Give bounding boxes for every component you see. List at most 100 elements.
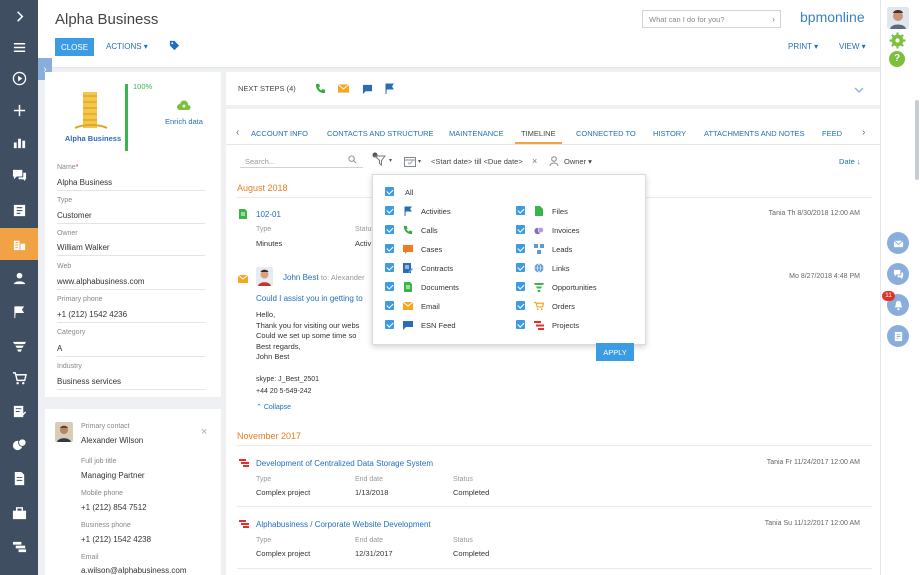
contacts-book-icon[interactable] (0, 194, 38, 226)
tab-timeline[interactable]: TIMELINE (521, 129, 556, 138)
feed-message-icon[interactable] (362, 84, 373, 96)
tab-contacts-and-structure[interactable]: CONTACTS AND STRUCTURE (327, 129, 434, 138)
email-icon[interactable] (337, 84, 350, 95)
name-value[interactable]: Alpha Business (57, 178, 112, 187)
tab-feed[interactable]: FEED (822, 129, 842, 138)
calendar-icon[interactable] (404, 156, 416, 169)
process-panel-icon[interactable] (887, 325, 909, 347)
owner-filter[interactable]: Owner ▾ (564, 157, 592, 166)
tab-connected-to[interactable]: CONNECTED TO (576, 129, 636, 138)
clear-date-icon[interactable]: × (532, 156, 537, 166)
checkbox-calls[interactable] (385, 225, 394, 234)
task-flag-icon[interactable] (385, 83, 395, 96)
status-label: Status (453, 476, 473, 483)
tab-maintenance[interactable]: MAINTENANCE (449, 129, 504, 138)
flag-icon[interactable] (0, 296, 38, 328)
date-range-filter[interactable]: <Start date> till <Due date> (431, 157, 523, 166)
help-icon[interactable]: ? (889, 51, 905, 67)
checkbox-projects[interactable] (516, 320, 525, 329)
file-icon (534, 206, 544, 216)
email-header: John Best to: Alexander (283, 273, 365, 282)
case-icon (403, 244, 413, 254)
project-title-link[interactable]: Alphabusiness / Corporate Website Develo… (256, 520, 431, 529)
owner-filter-label: Owner (564, 157, 587, 166)
owner-value[interactable]: William Walker (57, 243, 110, 252)
web-value[interactable]: www.alphabusiness.com (57, 277, 145, 286)
close-icon[interactable]: × (201, 426, 207, 438)
tabs-scroll-left-icon[interactable]: ‹ (236, 127, 239, 138)
projects-icon[interactable] (0, 497, 38, 529)
add-icon[interactable] (0, 94, 38, 126)
checkbox-files[interactable] (516, 206, 525, 215)
funnel-icon[interactable] (0, 330, 38, 362)
chevron-down-icon[interactable]: ▾ (389, 157, 392, 164)
tab-account-info[interactable]: ACCOUNT INFO (251, 129, 308, 138)
checkbox-opportunities[interactable] (516, 282, 525, 291)
feed-icon[interactable] (0, 159, 38, 191)
filter-files-label: Files (552, 207, 568, 216)
cart-icon[interactable] (0, 362, 38, 394)
call-icon[interactable] (315, 83, 326, 96)
settings-gear-icon[interactable] (889, 32, 906, 51)
sort-by-date[interactable]: Date ↓ (839, 157, 861, 166)
chevron-right-icon[interactable]: › (772, 14, 775, 24)
business-phone-value[interactable]: +1 (212) 1542 4238 (81, 535, 151, 544)
chat-panel-icon[interactable] (887, 263, 909, 285)
dashboard-icon[interactable] (0, 126, 38, 158)
chevron-down-icon[interactable]: ▾ (418, 158, 421, 165)
expand-menu-icon[interactable] (0, 0, 38, 32)
category-value[interactable]: A (57, 344, 62, 353)
checkbox-documents[interactable] (385, 282, 394, 291)
chevron-down-icon[interactable] (854, 86, 864, 95)
tab-history[interactable]: HISTORY (653, 129, 686, 138)
scrollbar[interactable] (915, 100, 919, 180)
checkbox-cases[interactable] (385, 244, 394, 253)
apply-button[interactable]: APPLY (596, 343, 634, 361)
play-icon[interactable] (0, 62, 38, 94)
accounts-icon[interactable] (0, 228, 38, 260)
checkbox-activities[interactable] (385, 206, 394, 215)
filter-calls-label: Calls (421, 226, 438, 235)
type-value[interactable]: Customer (57, 211, 92, 220)
hamburger-icon[interactable] (0, 31, 38, 63)
global-search-input[interactable]: What can I do for you? › (642, 10, 781, 28)
project-title-link[interactable]: Development of Centralized Data Storage … (256, 459, 433, 468)
primary-phone-value[interactable]: +1 (212) 1542 4236 (57, 310, 127, 319)
enrich-data-link[interactable]: Enrich data (165, 117, 203, 126)
checkbox-leads[interactable] (516, 244, 525, 253)
search-icon[interactable] (348, 155, 357, 166)
email-value[interactable]: a.wilson@alphabusiness.com (81, 566, 187, 575)
checkbox-links[interactable] (516, 263, 525, 272)
tag-icon[interactable] (169, 40, 180, 53)
user-avatar[interactable] (887, 7, 909, 29)
view-menu[interactable]: VIEW ▾ (839, 42, 866, 51)
checkbox-orders[interactable] (516, 301, 525, 310)
timeline-bars-icon[interactable] (0, 530, 38, 562)
contact-person-icon[interactable] (0, 262, 38, 294)
checkbox-email[interactable] (385, 301, 394, 310)
print-menu[interactable]: PRINT ▾ (788, 42, 818, 51)
checkbox-all[interactable] (385, 187, 394, 196)
filter-funnel-icon[interactable] (372, 152, 387, 168)
actions-menu[interactable]: ACTIONS ▾ (106, 42, 148, 51)
mobile-phone-value[interactable]: +1 (212) 854 7512 (81, 503, 147, 512)
collapse-link[interactable]: ⌃ Collapse (256, 403, 291, 411)
industry-value[interactable]: Business services (57, 377, 121, 386)
document-icon[interactable] (0, 462, 38, 494)
item-title-link[interactable]: 102-01 (256, 210, 281, 219)
email-subject[interactable]: Could I assist you in getting to (256, 294, 363, 303)
email-panel-icon[interactable] (887, 232, 909, 254)
invoice-coins-icon[interactable] (0, 428, 38, 460)
checkbox-contracts[interactable] (385, 263, 394, 272)
contract-edit-icon[interactable] (0, 395, 38, 427)
close-button[interactable]: CLOSE (55, 38, 94, 56)
checkbox-esn-feed[interactable] (385, 320, 394, 329)
tabs-scroll-right-icon[interactable]: › (862, 127, 865, 138)
checkbox-invoices[interactable] (516, 225, 525, 234)
sender-name[interactable]: John Best (283, 273, 319, 282)
tab-attachments-and-notes[interactable]: ATTACHMENTS AND NOTES (704, 129, 805, 138)
timeline-search-input[interactable]: Search... (240, 153, 363, 168)
primary-contact-name[interactable]: Alexander Wilson (81, 436, 143, 445)
owner-person-icon[interactable] (549, 156, 559, 169)
cloud-upload-icon[interactable] (177, 100, 191, 113)
